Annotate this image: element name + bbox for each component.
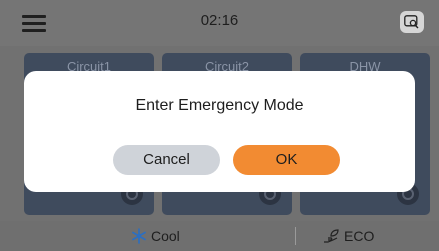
snowflake-icon [132,228,146,244]
cancel-button[interactable]: Cancel [113,145,220,175]
bottom-bar: Cool ECO [0,221,439,251]
dialog-message: Enter Emergency Mode [135,97,304,114]
app-screen: 02:16 Circuit1 Circuit2 DHW Cool ECO Ent… [0,0,439,251]
search-icon [404,15,419,29]
eco-mode-label: ECO [344,228,375,244]
cool-mode-button[interactable]: Cool [131,228,180,244]
emergency-mode-dialog: Enter Emergency Mode Cancel OK [24,71,415,192]
ok-button[interactable]: OK [233,145,340,175]
cool-mode-label: Cool [151,228,180,244]
search-button[interactable] [400,11,424,33]
hand-leaf-icon [324,229,339,243]
eco-mode-button[interactable]: ECO [322,228,374,244]
clock-time: 02:16 [200,12,239,29]
top-bar: 02:16 [0,0,439,46]
divider [295,227,296,245]
